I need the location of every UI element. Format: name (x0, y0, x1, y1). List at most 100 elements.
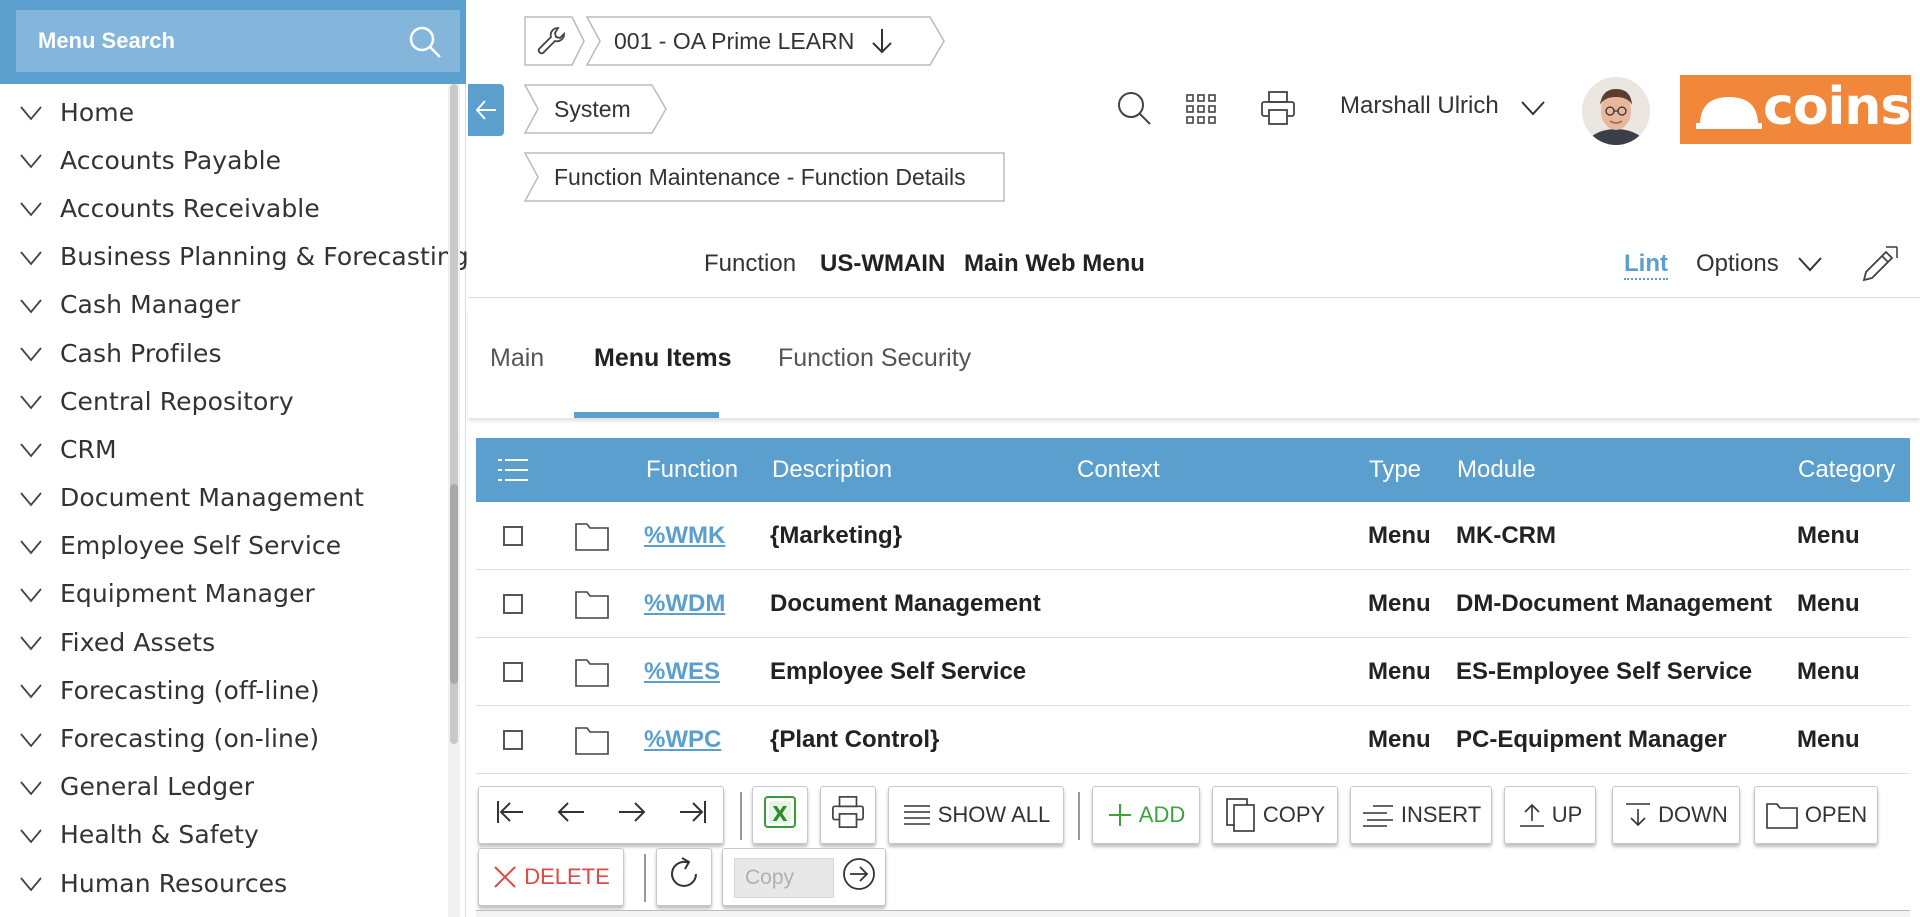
column-header-description[interactable]: Description (772, 456, 892, 484)
open-button[interactable]: OPEN (1754, 786, 1878, 844)
row-function-link[interactable]: %WDM (644, 590, 725, 618)
sidebar-item[interactable]: Health & Safety (0, 811, 450, 859)
sidebar-item-label: General Ledger (60, 772, 255, 802)
breadcrumb-module[interactable]: System (524, 84, 668, 134)
tab-menu-items[interactable]: Menu Items (594, 344, 732, 373)
sidebar-item[interactable]: Home (0, 88, 450, 136)
row-module: ES-Employee Self Service (1456, 658, 1753, 685)
chevron-down-icon (18, 436, 44, 462)
sidebar-item-label: Document Management (60, 483, 365, 513)
arrow-down-icon[interactable] (870, 27, 894, 60)
refresh-button[interactable] (656, 848, 712, 906)
move-down-button[interactable]: DOWN (1612, 786, 1740, 844)
chevron-down-icon (18, 726, 44, 752)
row-description: {Plant Control} (770, 726, 940, 753)
print-icon (831, 795, 865, 835)
search-icon[interactable] (1116, 90, 1152, 131)
sidebar-item[interactable]: Cash Profiles (0, 329, 450, 377)
go-arrow-icon[interactable] (841, 856, 877, 898)
row-checkbox[interactable] (503, 662, 523, 682)
grid-bottom-scrollbar[interactable] (476, 910, 1910, 917)
previous-record-icon[interactable] (556, 798, 586, 832)
breadcrumb-tools[interactable] (524, 16, 586, 66)
row-checkbox[interactable] (503, 526, 523, 546)
table-row[interactable]: %WPC {Plant Control} Menu PC-Equipment Mana… (476, 706, 1910, 774)
column-header-context[interactable]: Context (1077, 456, 1160, 484)
sidebar-scrollbar-thumb[interactable] (450, 484, 458, 684)
column-header-function[interactable]: Function (646, 456, 738, 484)
folder-icon[interactable] (574, 588, 610, 625)
chevron-down-icon[interactable] (1520, 98, 1546, 123)
sidebar-item[interactable]: Central Repository (0, 377, 450, 425)
function-label: Function (704, 250, 797, 277)
avatar[interactable] (1582, 77, 1650, 145)
show-all-button[interactable]: SHOW ALL (888, 786, 1064, 844)
table-row[interactable]: %WDM Document Management Menu DM-Document M… (476, 570, 1910, 638)
sidebar-item[interactable]: CRM (0, 425, 450, 473)
row-checkbox[interactable] (503, 594, 523, 614)
breadcrumb-company-label: 001 - OA Prime LEARN (614, 27, 855, 54)
copy-to-input[interactable] (734, 858, 834, 898)
column-header-category[interactable]: Category (1798, 456, 1895, 484)
sidebar-item[interactable]: Forecasting (off-line) (0, 666, 450, 714)
table-row[interactable]: %WMK {Marketing} Menu MK-CRM Menu (476, 502, 1910, 570)
export-excel-button[interactable]: X (752, 786, 808, 844)
menu-search-input[interactable] (38, 10, 388, 72)
apps-grid-icon[interactable] (1186, 94, 1216, 129)
sidebar: Home Accounts Payable Accounts Receivable B… (0, 0, 469, 917)
delete-label: DELETE (524, 864, 610, 889)
column-header-type[interactable]: Type (1369, 456, 1421, 484)
column-menu-icon[interactable] (496, 456, 530, 489)
breadcrumb-company[interactable]: 001 - OA Prime LEARN (586, 16, 946, 66)
insert-button[interactable]: INSERT (1350, 786, 1492, 844)
table-row[interactable]: %WES Employee Self Service Menu ES-Employee… (476, 638, 1910, 706)
delete-button[interactable]: DELETE (478, 848, 624, 906)
collapse-sidebar-button[interactable] (468, 84, 504, 136)
move-up-button[interactable]: UP (1504, 786, 1596, 844)
row-checkbox[interactable] (503, 730, 523, 750)
sidebar-item[interactable]: Forecasting (on-line) (0, 714, 450, 762)
sidebar-item[interactable]: Human Resources (0, 859, 450, 907)
sidebar-item[interactable]: Employee Self Service (0, 522, 450, 570)
chevron-down-icon (18, 581, 44, 607)
sidebar-item[interactable]: Accounts Payable (0, 136, 450, 184)
sidebar-item[interactable]: Accounts Receivable (0, 184, 450, 232)
first-record-icon[interactable] (495, 798, 525, 832)
chevron-down-icon (18, 629, 44, 655)
sidebar-item[interactable]: General Ledger (0, 763, 450, 811)
folder-icon[interactable] (574, 724, 610, 761)
next-record-icon[interactable] (617, 798, 647, 832)
close-icon (492, 864, 518, 890)
print-icon[interactable] (1260, 90, 1296, 131)
row-function-link[interactable]: %WES (644, 658, 720, 686)
sidebar-item[interactable]: Business Planning & Forecasting (0, 233, 469, 281)
print-grid-button[interactable] (820, 786, 876, 844)
copy-button[interactable]: COPY (1212, 786, 1338, 844)
user-name[interactable]: Marshall Ulrich (1340, 92, 1499, 120)
coins-logo: coins (1680, 75, 1911, 144)
sidebar-scrollbar[interactable] (448, 84, 460, 917)
search-icon[interactable] (408, 25, 442, 59)
sidebar-item[interactable]: Equipment Manager (0, 570, 450, 618)
sidebar-item-label: CRM (60, 434, 117, 464)
sidebar-item[interactable]: Fixed Assets (0, 618, 450, 666)
folder-icon[interactable] (574, 656, 610, 693)
active-tab-indicator (574, 412, 719, 418)
row-type: Menu (1368, 522, 1431, 549)
row-function-link[interactable]: %WPC (644, 726, 721, 754)
row-function-link[interactable]: %WMK (644, 522, 725, 550)
column-header-module[interactable]: Module (1457, 456, 1536, 484)
sidebar-item[interactable]: Document Management (0, 474, 450, 522)
tab-main[interactable]: Main (490, 344, 544, 373)
edit-pencil-icon[interactable] (1858, 244, 1900, 291)
add-button[interactable]: ADD (1092, 786, 1200, 844)
tab-function-security[interactable]: Function Security (778, 344, 971, 373)
options-menu-button[interactable]: Options (1696, 250, 1823, 278)
lint-link[interactable]: Lint (1624, 250, 1668, 280)
last-record-icon[interactable] (678, 798, 708, 832)
folder-icon[interactable] (574, 520, 610, 557)
sidebar-item-label: Home (60, 97, 135, 127)
arrow-left-icon (474, 97, 498, 128)
sidebar-item[interactable]: Cash Manager (0, 281, 450, 329)
chevron-down-icon (18, 485, 44, 511)
